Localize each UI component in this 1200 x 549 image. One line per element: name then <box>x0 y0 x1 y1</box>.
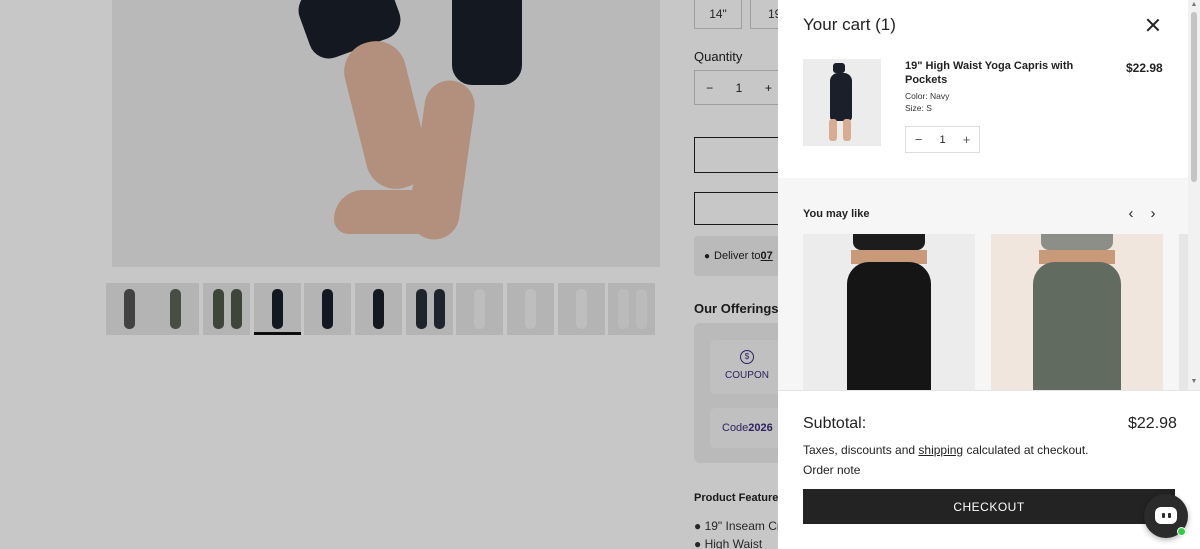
order-note-link[interactable]: Order note <box>803 463 860 477</box>
cart-qty-value[interactable]: 1 <box>931 134 954 146</box>
chat-icon <box>1155 507 1177 524</box>
cart-item-size: Size: S <box>905 103 932 113</box>
cart-qty-plus-button[interactable]: + <box>954 132 979 147</box>
chevron-left-icon[interactable]: ‹ <box>1123 206 1139 222</box>
cart-item-quantity-stepper[interactable]: − 1 + <box>905 126 980 153</box>
recommendation-card[interactable] <box>991 234 1163 390</box>
page-overlay[interactable] <box>0 0 778 549</box>
cart-footer: Subtotal: $22.98 Taxes, discounts and sh… <box>778 390 1200 549</box>
subtotal-label: Subtotal: <box>803 415 867 432</box>
close-icon[interactable] <box>1143 15 1163 35</box>
scrollbar-thumb[interactable] <box>1191 12 1197 182</box>
cart-item-price: $22.98 <box>1126 61 1163 75</box>
cart-item-color: Color: Navy <box>905 91 950 101</box>
cart-item-name[interactable]: 19" High Waist Yoga Capris with Pockets <box>905 59 1095 87</box>
cart-scrollbar[interactable]: ▲ ▼ <box>1188 0 1200 390</box>
recommendation-card[interactable] <box>1179 234 1188 390</box>
cart-title: Your cart (1) <box>803 15 896 34</box>
recommendations-panel: You may like ‹ › <box>778 178 1188 390</box>
scroll-down-icon[interactable]: ▼ <box>1190 378 1198 385</box>
online-status-dot <box>1177 527 1186 536</box>
chevron-right-icon[interactable]: › <box>1145 206 1161 222</box>
chat-widget-button[interactable] <box>1144 494 1188 538</box>
recommendation-card[interactable] <box>803 234 975 390</box>
cart-item-image[interactable] <box>803 59 881 146</box>
checkout-button[interactable]: CHECKOUT <box>803 489 1175 524</box>
subtotal-value: $22.98 <box>1128 415 1177 432</box>
scroll-up-icon[interactable]: ▲ <box>1190 1 1198 8</box>
chat-icon-eye <box>1168 513 1171 518</box>
chat-icon-eye <box>1162 513 1165 518</box>
tax-note-before: Taxes, discounts and <box>803 443 919 457</box>
cart-qty-minus-button[interactable]: − <box>906 132 931 147</box>
tax-note-after: calculated at checkout. <box>963 443 1089 457</box>
tax-note: Taxes, discounts and shipping calculated… <box>803 443 1089 457</box>
cart-drawer: Your cart (1) 19" High Waist Yoga Capris… <box>778 0 1200 549</box>
recommendations-title: You may like <box>803 208 870 220</box>
shipping-link[interactable]: shipping <box>918 443 963 457</box>
